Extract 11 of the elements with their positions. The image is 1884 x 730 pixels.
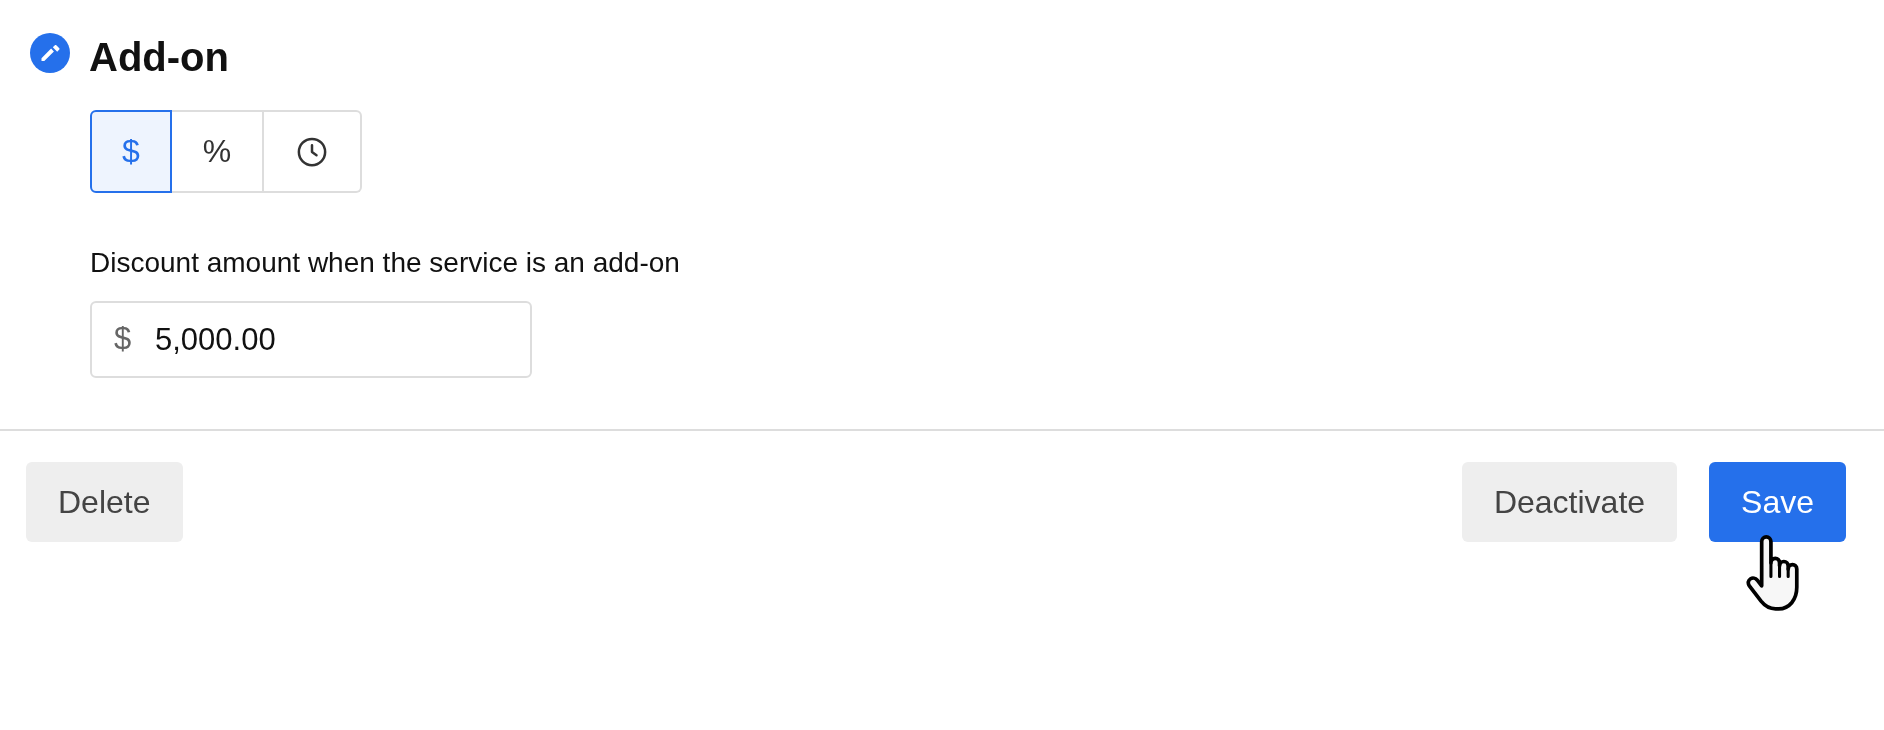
secondary-button[interactable]: Deactivate [1461, 462, 1678, 542]
field-label: Discount amount when the service is an add-on [90, 246, 680, 280]
discount-type-option[interactable]: $ [90, 110, 172, 193]
currency-prefix: $ [114, 321, 132, 357]
secondary-button[interactable]: Delete [26, 462, 183, 542]
clock-icon [297, 136, 328, 167]
primary-button[interactable]: Save [1709, 462, 1846, 542]
section-title: Add-on [89, 34, 229, 81]
pencil-icon [30, 33, 70, 73]
discount-type-option[interactable] [264, 110, 363, 193]
discount-type-option[interactable]: % [171, 110, 265, 193]
